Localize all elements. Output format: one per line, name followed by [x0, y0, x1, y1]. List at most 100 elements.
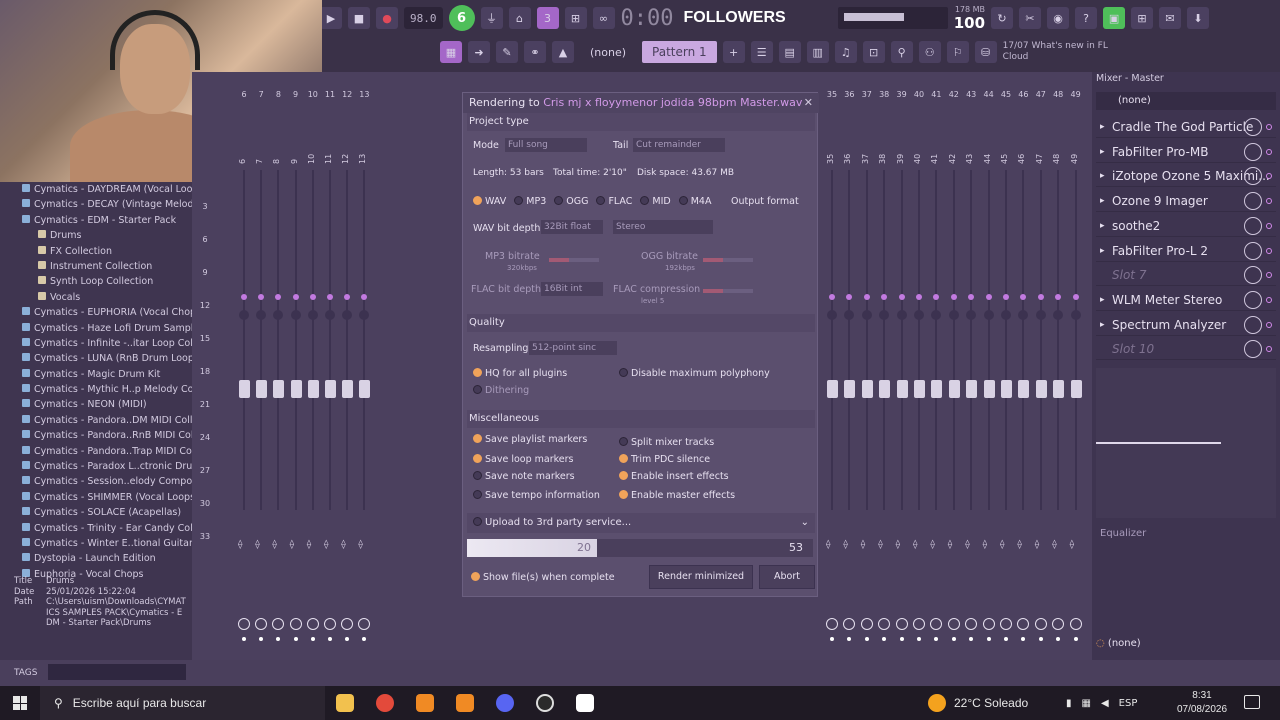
discord-icon[interactable]	[485, 686, 525, 720]
mp3-bitrate-slider[interactable]	[549, 258, 599, 262]
fx-slot[interactable]: ▸ Spectrum Analyzer	[1096, 314, 1276, 336]
touch-icon[interactable]: ⚇	[918, 41, 941, 63]
stereo-separation-icon[interactable]: ⟠	[930, 540, 934, 550]
loop-icon[interactable]: ∞	[592, 7, 615, 29]
fx-slot[interactable]: Slot 10	[1096, 338, 1276, 361]
browser-subfolder[interactable]: Drums	[0, 228, 192, 243]
pan-knob[interactable]	[966, 310, 977, 320]
enable-led[interactable]	[1266, 346, 1272, 353]
route-dot[interactable]	[882, 637, 887, 641]
mute-led[interactable]	[1003, 294, 1009, 300]
fx-slot[interactable]: ▸ FabFilter Pro-L 2	[1096, 240, 1276, 262]
send-ring-icon[interactable]	[1069, 618, 1082, 630]
flac-compression-slider[interactable]	[703, 289, 753, 293]
route-dot[interactable]	[293, 637, 298, 641]
mixer-insert-strip[interactable]: 49 49 ⟠	[1068, 90, 1084, 650]
mute-led[interactable]	[292, 294, 299, 300]
enable-led[interactable]	[1266, 173, 1272, 180]
mixer-insert-strip[interactable]: 47 47 ⟠	[1033, 90, 1049, 650]
pan-knob[interactable]	[256, 310, 267, 320]
split-mixer-option[interactable]: Split mixer tracks	[619, 437, 714, 448]
send-ring-icon[interactable]	[843, 618, 856, 630]
mute-led[interactable]	[361, 294, 368, 300]
browser-folder[interactable]: Cymatics - Pandora..DM MIDI Collection	[0, 413, 192, 428]
save-playlist-option[interactable]: Save playlist markers	[473, 434, 587, 445]
mute-led[interactable]	[1072, 294, 1079, 300]
mixer-insert-strip[interactable]: 40 40 ⟠	[911, 90, 927, 650]
playlist-icon[interactable]: ☰	[750, 41, 773, 63]
send-ring-icon[interactable]	[878, 618, 891, 630]
volume-fader[interactable]	[239, 380, 250, 398]
stereo-separation-icon[interactable]: ⟠	[1000, 540, 1004, 550]
pan-knob[interactable]	[1001, 310, 1011, 320]
mixer-insert-strip[interactable]: 13 13 ⟠	[356, 90, 372, 650]
mute-led[interactable]	[846, 294, 853, 300]
route-dot[interactable]	[899, 637, 904, 641]
browser-subfolder[interactable]: Instrument Collection	[0, 259, 192, 274]
browser-folder[interactable]: Cymatics - NEON (MIDI)	[0, 397, 192, 412]
fx-slot[interactable]: ▸ Cradle The God Particle	[1096, 116, 1276, 138]
route-dot[interactable]	[1004, 637, 1008, 641]
mixer-insert-strip[interactable]: 9 9 ⟠	[288, 90, 304, 650]
route-dot[interactable]	[1038, 637, 1043, 641]
send-ring-icon[interactable]	[930, 618, 943, 630]
stereo-separation-icon[interactable]: ⟠	[1017, 540, 1021, 550]
brush-icon[interactable]: ✎	[496, 41, 518, 63]
help-icon[interactable]: ?	[1075, 7, 1098, 29]
stereo-separation-icon[interactable]: ⟠	[878, 540, 882, 550]
enable-led[interactable]	[1266, 296, 1272, 303]
master-output-select[interactable]: ◌ (none)	[1096, 638, 1141, 649]
pan-knob[interactable]	[983, 310, 994, 320]
expand-icon[interactable]: ▸	[1100, 215, 1105, 237]
mute-led[interactable]	[968, 294, 975, 300]
pan-knob[interactable]	[1053, 310, 1064, 320]
stereo-separation-icon[interactable]: ⟠	[341, 540, 345, 550]
route-dot[interactable]	[969, 637, 974, 641]
show-files-option[interactable]: Show file(s) when complete	[471, 572, 615, 583]
enable-led[interactable]	[1266, 272, 1272, 279]
send-ring-icon[interactable]	[289, 618, 302, 630]
volume-fader[interactable]	[983, 380, 995, 398]
mute-led[interactable]	[309, 294, 316, 300]
send-ring-icon[interactable]	[895, 618, 908, 630]
volume-fader[interactable]	[1053, 380, 1065, 398]
browser-folder[interactable]: Cymatics - DECAY (Vintage Melodies)	[0, 197, 192, 212]
mixer-insert-strip[interactable]: 7 7 ⟠	[253, 90, 269, 650]
plugin-picker-icon[interactable]: ⚲	[890, 41, 913, 63]
misc-header[interactable]: Miscellaneous	[467, 410, 815, 428]
pan-knob[interactable]	[359, 310, 370, 320]
play-icon[interactable]: ▶	[320, 7, 342, 29]
route-dot[interactable]	[362, 637, 367, 641]
browser-subfolder[interactable]: FX Collection	[0, 244, 192, 259]
pan-knob[interactable]	[1035, 310, 1046, 320]
mute-led[interactable]	[881, 294, 888, 300]
pan-knob[interactable]	[239, 310, 249, 320]
pattern-select[interactable]: Pattern 1	[642, 41, 717, 63]
tempo-display[interactable]: 98.0	[404, 7, 443, 29]
shop-icon[interactable]: ⛁	[974, 41, 997, 63]
mute-led[interactable]	[950, 294, 957, 300]
route-dot[interactable]	[242, 637, 246, 641]
project-type-header[interactable]: Project type	[467, 113, 815, 131]
mute-led[interactable]	[275, 294, 282, 300]
mix-knob[interactable]	[1244, 216, 1262, 235]
upload-section[interactable]: Upload to 3rd party service... ⌄	[467, 513, 815, 533]
route-dot[interactable]	[934, 637, 939, 641]
render-minimized-button[interactable]: Render minimized	[649, 565, 753, 589]
format-ogg-option[interactable]: OGG	[554, 196, 588, 207]
mixer-insert-strip[interactable]: 44 44 ⟠	[981, 90, 997, 650]
resampling-select[interactable]: 512-point sinc	[529, 341, 617, 355]
mix-knob[interactable]	[1244, 241, 1262, 260]
stereo-separation-icon[interactable]: ⟠	[913, 540, 917, 550]
browser-folder[interactable]: Cymatics - Pandora..RnB MIDI Collection	[0, 428, 192, 443]
enable-led[interactable]	[1266, 222, 1272, 229]
cut-icon[interactable]: ✂	[1019, 7, 1042, 29]
chrome-icon[interactable]	[365, 686, 405, 720]
mix-knob[interactable]	[1244, 192, 1262, 211]
save-note-option[interactable]: Save note markers	[473, 471, 575, 482]
fl-studio-active-icon[interactable]	[445, 686, 485, 720]
file-explorer-icon[interactable]	[325, 686, 365, 720]
pan-knob[interactable]	[931, 310, 942, 320]
volume-fader[interactable]	[359, 380, 371, 398]
disable-polyphony-option[interactable]: Disable maximum polyphony	[619, 368, 770, 379]
